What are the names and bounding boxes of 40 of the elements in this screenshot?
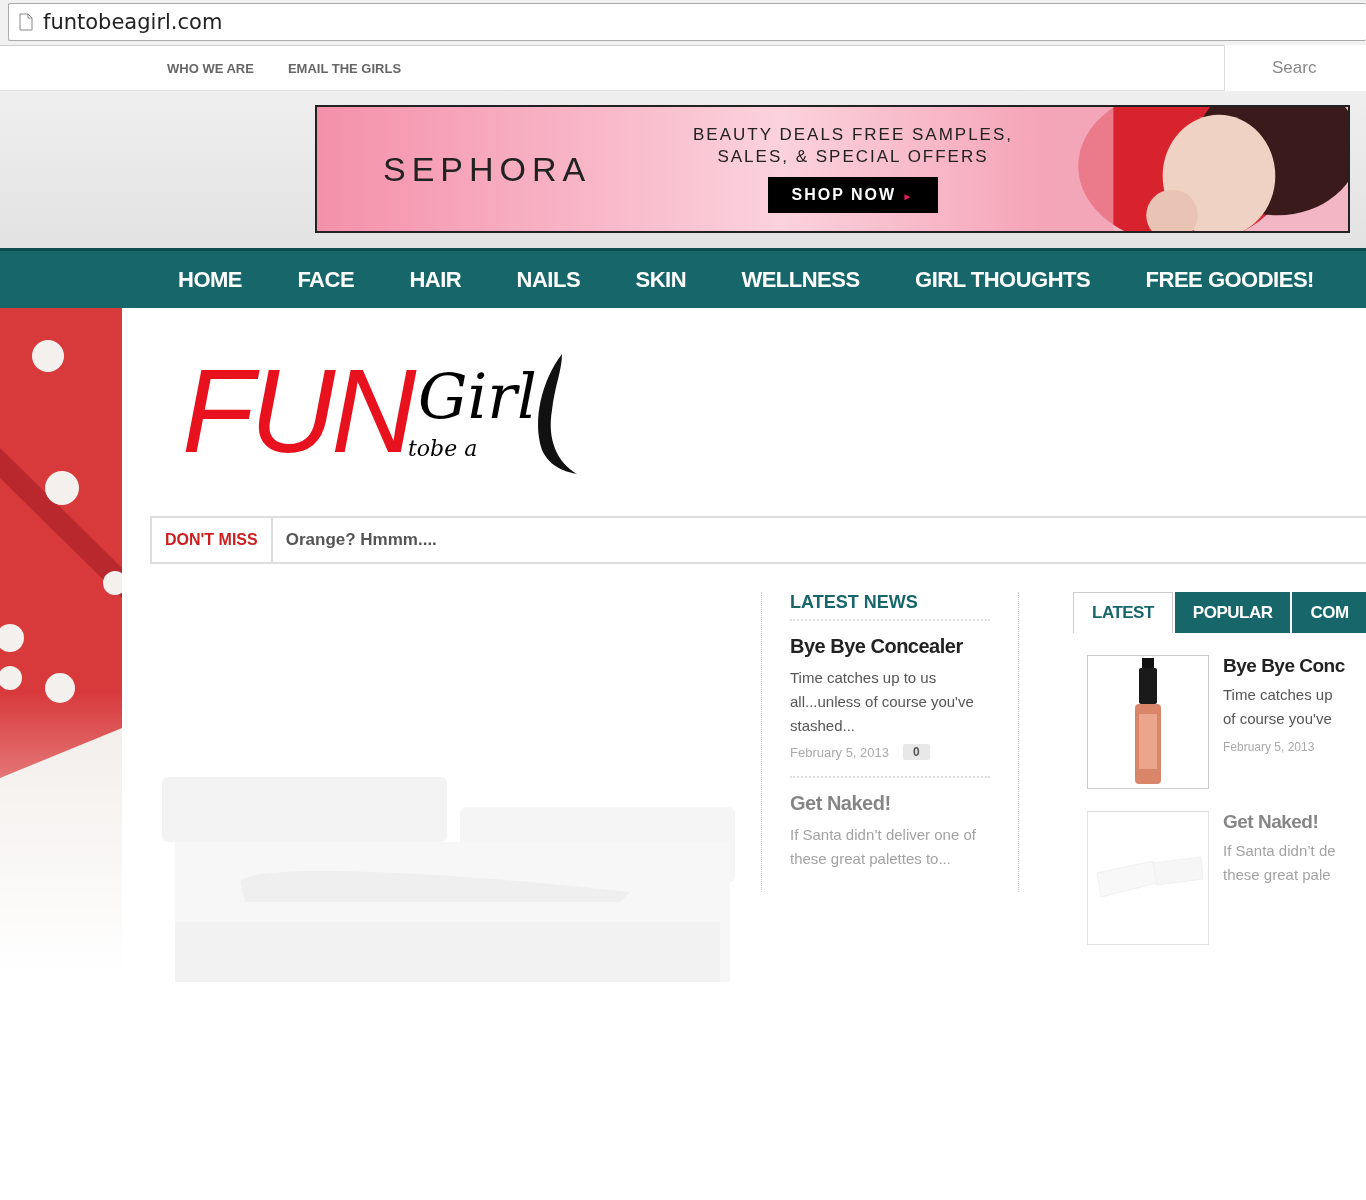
- top-nav-link[interactable]: EMAIL THE GIRLS: [287, 60, 402, 76]
- ticker-label: DON'T MISS: [152, 518, 273, 562]
- widget-tab[interactable]: POPULAR: [1174, 592, 1291, 633]
- widget-tab[interactable]: COM: [1292, 592, 1366, 633]
- main-nav-link[interactable]: FREE GOODIES!: [1145, 266, 1314, 293]
- address-bar[interactable]: funtobeagirl.com: [8, 3, 1366, 41]
- post-thumbnail[interactable]: [1087, 811, 1209, 945]
- main-nav-link[interactable]: WELLNESS: [741, 266, 860, 293]
- url-text: funtobeagirl.com: [43, 10, 223, 34]
- bottle-icon: [1133, 658, 1163, 786]
- widget-tab[interactable]: LATEST: [1073, 592, 1173, 633]
- post-title[interactable]: Bye Bye Concealer: [790, 635, 963, 657]
- main-nav-link[interactable]: NAILS: [516, 266, 581, 293]
- main-nav-link[interactable]: HAIR: [409, 266, 462, 293]
- ad-brand: SEPHORA: [383, 149, 593, 189]
- post-excerpt: If Santa didn’t de these great pale: [1223, 841, 1336, 885]
- main-nav-link[interactable]: GIRL THOUGHTS: [915, 266, 1091, 293]
- ad-headline: SALES, & SPECIAL OFFERS: [717, 147, 989, 167]
- post-title[interactable]: Get Naked!: [1223, 811, 1319, 832]
- page-icon: [19, 13, 33, 31]
- logo-text: Girl: [418, 360, 537, 433]
- main-nav-link[interactable]: HOME: [178, 266, 242, 293]
- ad-headline: BEAUTY DEALS FREE SAMPLES,: [693, 125, 1013, 145]
- post-excerpt: Time catches up of course you've: [1223, 685, 1334, 729]
- search-field[interactable]: Searc: [1224, 45, 1366, 91]
- ticker-link[interactable]: Orange? Hmmm....: [272, 530, 437, 550]
- ad-banner[interactable]: SEPHORA BEAUTY DEALS FREE SAMPLES, SALES, & SPECIAL OFFERS SHOP NOW ►: [315, 105, 1350, 233]
- post-date: February 5, 2013: [1223, 740, 1315, 754]
- post-date: February 5, 2013: [790, 744, 889, 760]
- top-nav-link[interactable]: WHO WE ARE: [167, 60, 254, 76]
- shop-now-button[interactable]: SHOP NOW ►: [767, 177, 939, 213]
- main-nav-link[interactable]: FACE: [297, 266, 355, 293]
- post-excerpt: If Santa didn’t deliver one of these great palettes to...: [790, 825, 977, 869]
- main-nav-link[interactable]: SKIN: [635, 266, 687, 293]
- post-title[interactable]: Get Naked!: [790, 792, 891, 814]
- post-excerpt: Time catches up to us all...unless of course you've stashed...: [790, 668, 975, 736]
- section-title: LATEST NEWS: [790, 592, 990, 621]
- post-thumbnail[interactable]: [1087, 655, 1209, 789]
- comment-count[interactable]: 0: [903, 744, 930, 760]
- post-title[interactable]: Bye Bye Conc: [1223, 655, 1345, 676]
